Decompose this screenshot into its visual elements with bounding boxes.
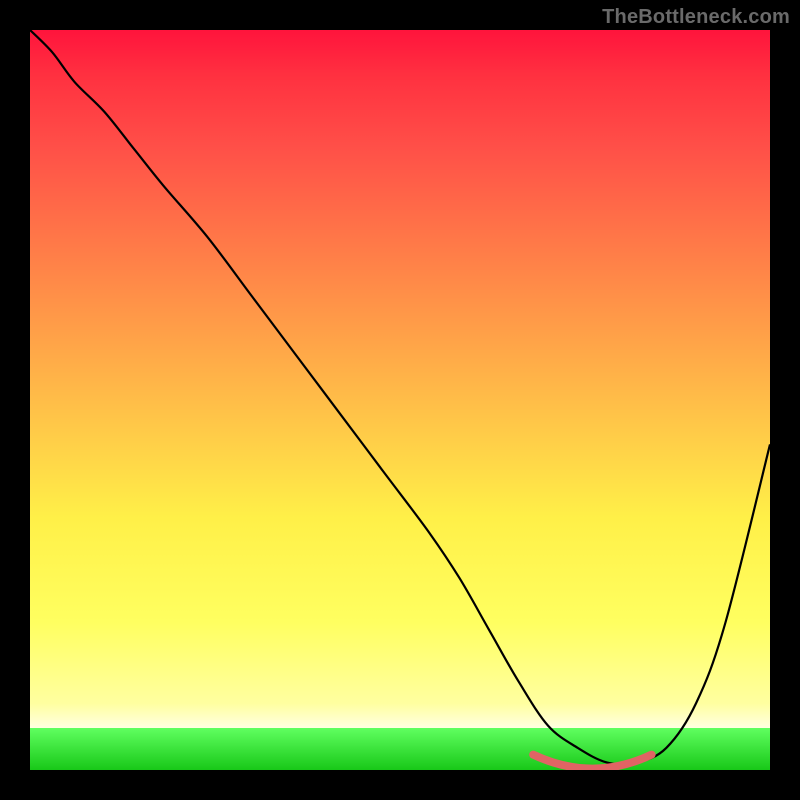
chart-frame: TheBottleneck.com xyxy=(0,0,800,800)
bottleneck-curve xyxy=(30,30,770,764)
curve-svg xyxy=(30,30,770,770)
attribution-text: TheBottleneck.com xyxy=(602,6,790,29)
